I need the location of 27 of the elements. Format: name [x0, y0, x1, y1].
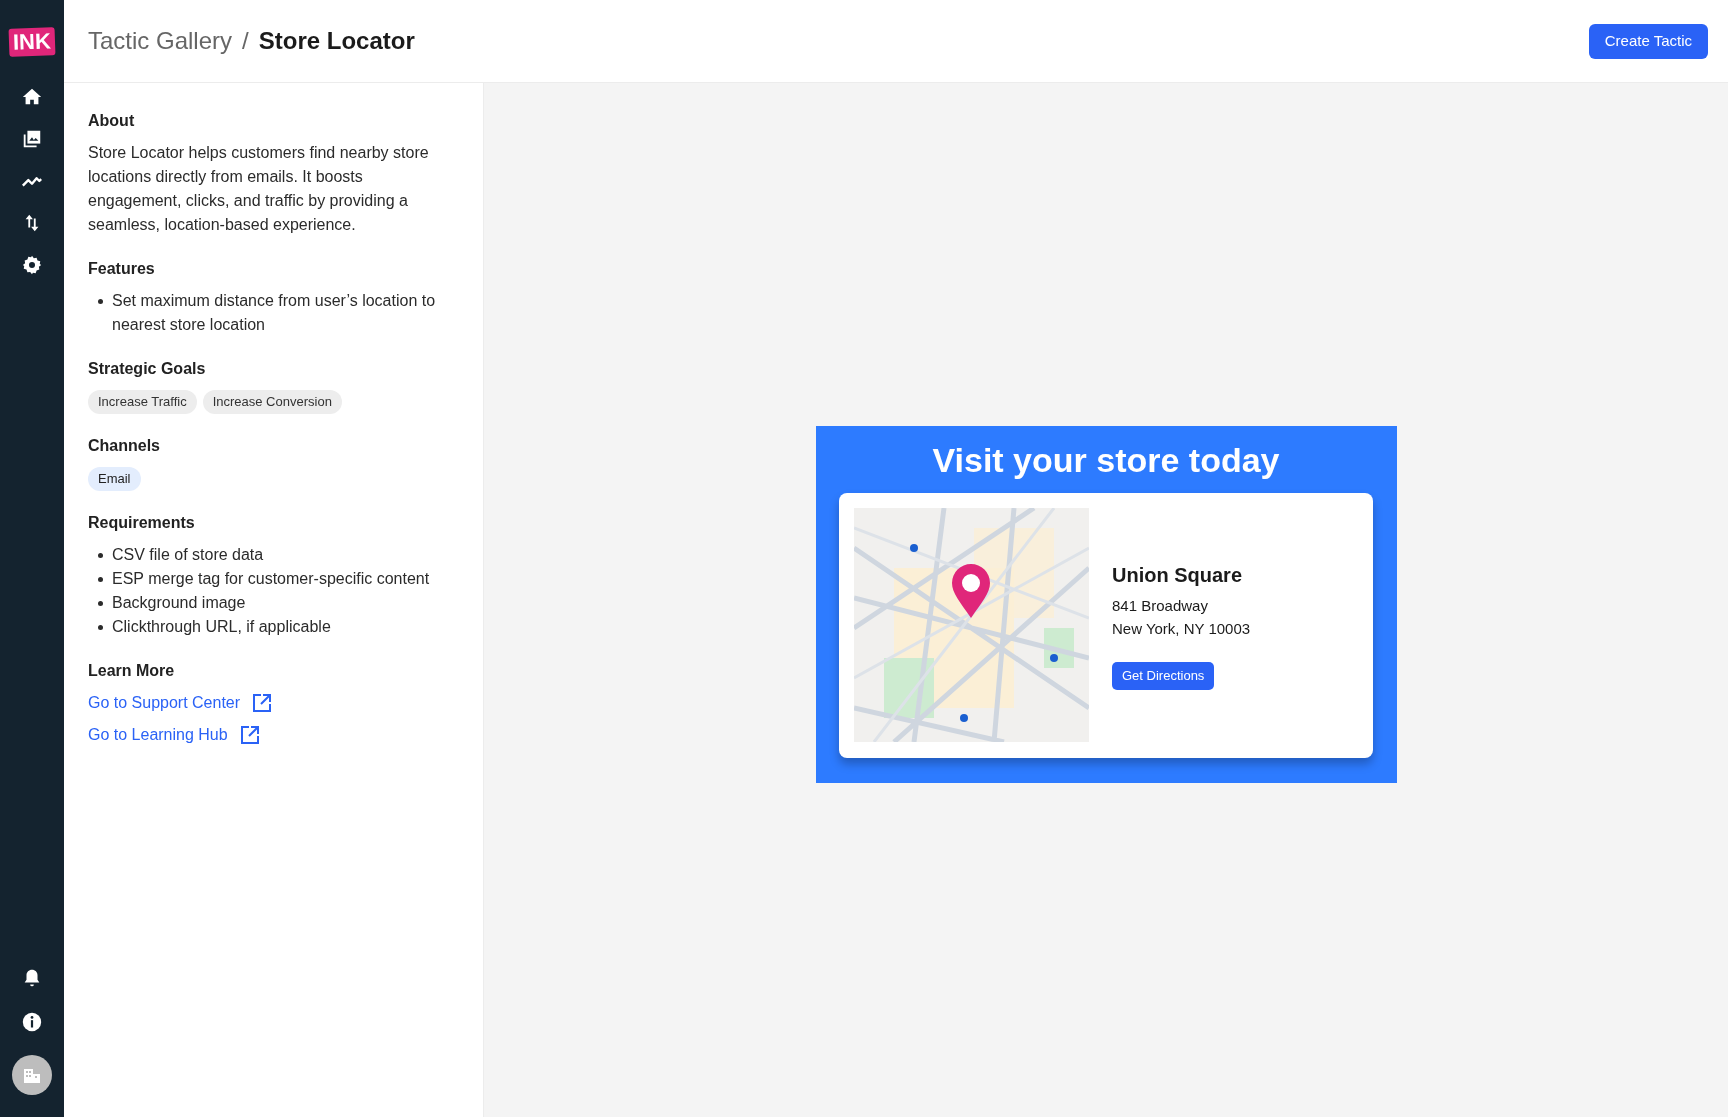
ink-logo[interactable]: INK: [8, 27, 56, 57]
tag: Increase Traffic: [88, 390, 197, 414]
list-item-text: ESP merge tag for customer-specific content: [112, 570, 430, 587]
list-item-text: CSV file of store data: [112, 546, 264, 563]
address-line: New York, NY 10003: [1112, 619, 1251, 639]
create-tactic-button[interactable]: Create Tactic: [1588, 23, 1708, 59]
get-directions-button[interactable]: Get Directions: [1112, 662, 1215, 690]
list-item-text: Set maximum distance from user’s location to nearest store location: [112, 292, 436, 333]
store-name: Union Square: [1112, 563, 1243, 588]
breadcrumb-link[interactable]: Tactic Gallery: [88, 23, 233, 59]
tag: Increase Conversion: [202, 390, 342, 414]
section-heading: Features: [88, 259, 156, 279]
page-title: Store Locator: [258, 26, 415, 56]
section-heading: Channels: [88, 436, 161, 456]
list-item-text: Clickthrough URL, if applicable: [112, 618, 331, 635]
address-line: 841 Broadway: [1112, 596, 1209, 616]
breadcrumb-separator: /: [242, 26, 249, 56]
section-heading: Requirements: [88, 513, 196, 533]
tag: Email: [88, 467, 141, 491]
section-heading: Strategic Goals: [88, 359, 207, 379]
description-paragraph: Store Locator helps customers find nearby store locations directly from emails. It boosts engagement, clicks, and traffic by providing a seamless, location-based experience.: [88, 143, 430, 235]
preview-headline: Visit your store today: [932, 439, 1280, 480]
external-link[interactable]: Go to Support Center: [88, 691, 459, 715]
section-heading: About: [88, 111, 136, 131]
section-heading: Learn More: [88, 661, 176, 681]
external-link[interactable]: Go to Learning Hub: [88, 723, 459, 747]
list-item-text: Background image: [112, 594, 246, 611]
